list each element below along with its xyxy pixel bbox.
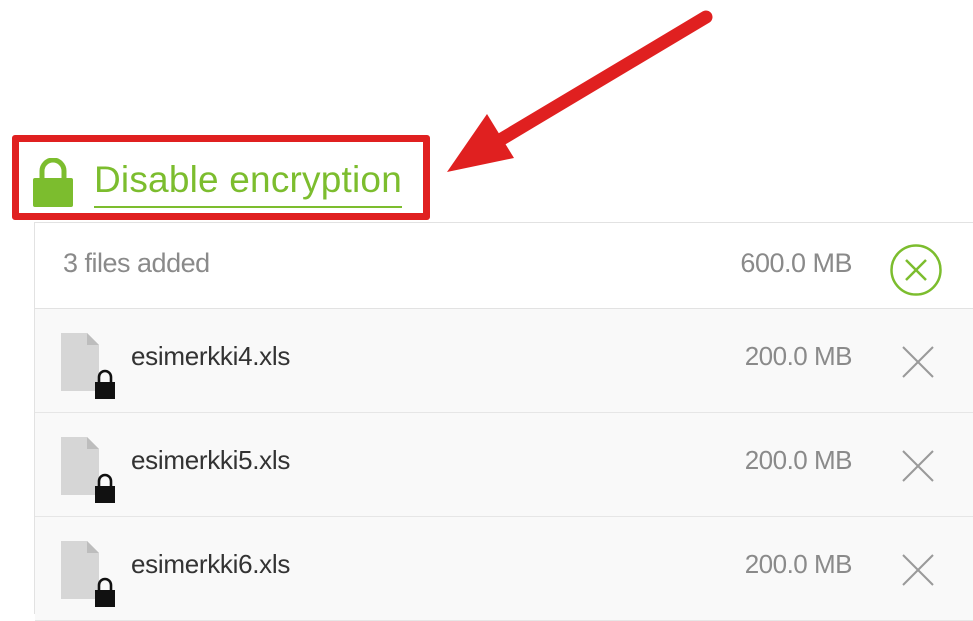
file-size: 200.0 MB bbox=[744, 549, 853, 579]
file-list-panel: 3 files added 600.0 MB esimerkki4.xls 20… bbox=[34, 222, 973, 621]
close-icon bbox=[902, 450, 934, 482]
circle-close-icon bbox=[890, 244, 942, 296]
file-name: esimerkki4.xls bbox=[131, 341, 291, 371]
remove-file-button[interactable] bbox=[901, 345, 935, 379]
disable-encryption-link[interactable]: Disable encryption bbox=[32, 158, 402, 208]
close-icon bbox=[902, 554, 934, 586]
files-count: 3 files added bbox=[63, 248, 210, 278]
file-name: esimerkki5.xls bbox=[131, 445, 291, 475]
encrypted-file-icon bbox=[61, 437, 115, 503]
disable-encryption-label: Disable encryption bbox=[94, 158, 402, 208]
file-row: esimerkki4.xls 200.0 MB bbox=[35, 309, 973, 413]
total-size: 600.0 MB bbox=[740, 248, 852, 278]
close-icon bbox=[902, 346, 934, 378]
file-size: 200.0 MB bbox=[744, 445, 853, 475]
file-name: esimerkki6.xls bbox=[131, 549, 291, 579]
lock-icon bbox=[33, 158, 73, 207]
remove-file-button[interactable] bbox=[901, 553, 935, 587]
clear-all-button[interactable] bbox=[889, 243, 943, 297]
file-size: 200.0 MB bbox=[744, 341, 853, 371]
file-row: esimerkki5.xls 200.0 MB bbox=[35, 413, 973, 517]
file-row: esimerkki6.xls 200.0 MB bbox=[35, 517, 973, 621]
encrypted-file-icon bbox=[61, 333, 115, 399]
encrypted-file-icon bbox=[61, 541, 115, 607]
remove-file-button[interactable] bbox=[901, 449, 935, 483]
files-summary-row: 3 files added 600.0 MB bbox=[35, 223, 973, 309]
